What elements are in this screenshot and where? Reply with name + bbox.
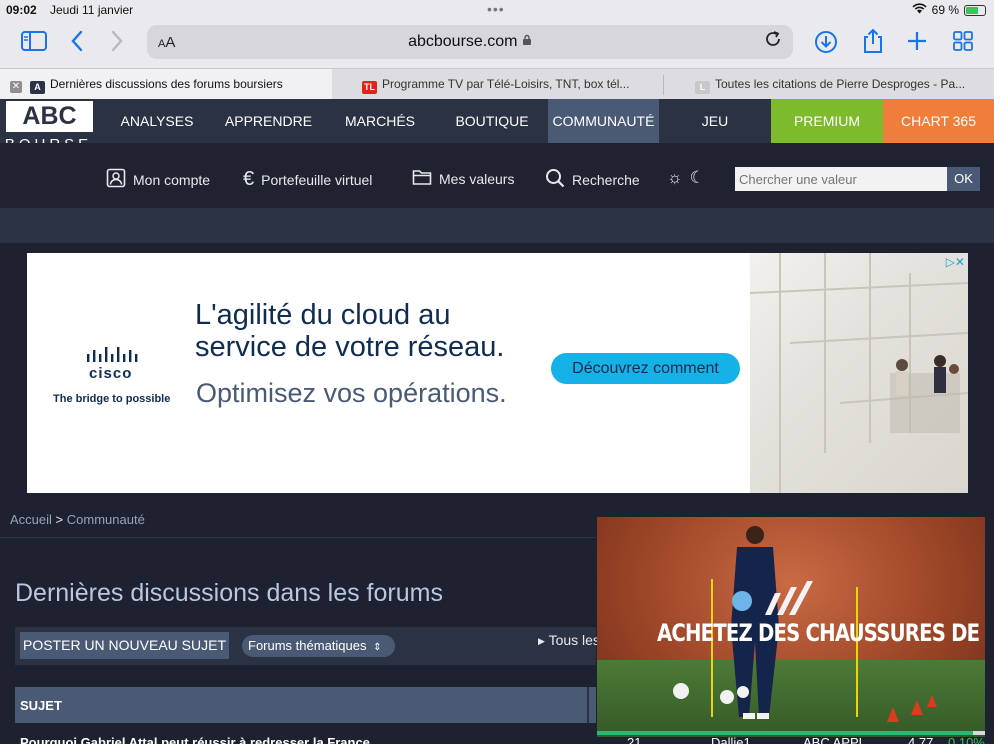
cisco-wordmark: cisco (89, 365, 133, 382)
ad-headline-line2: service de votre réseau. (195, 331, 505, 363)
url-text: abcbourse.com (408, 33, 518, 50)
user-icon (106, 168, 126, 191)
subnav-search-label: Recherche (572, 171, 640, 188)
subnav-search[interactable]: Recherche (545, 168, 640, 191)
battery-icon (964, 4, 986, 16)
status-bar: 09:02 Jeudi 11 janvier ••• 69 % (0, 0, 994, 22)
tele-loisirs-favicon-icon: TL (362, 81, 377, 94)
video-progress-bar (597, 731, 985, 735)
header-strip (0, 208, 994, 243)
divider (0, 537, 596, 538)
browser-toolbar: AA abcbourse.com (0, 22, 994, 68)
wifi-icon (912, 3, 927, 17)
tab-bar: ✕ A Dernières discussions des forums bours… (0, 68, 994, 100)
nav-boutique[interactable]: BOUTIQUE (440, 99, 544, 143)
subnav-portfolio-label: Portefeuille virtuel (261, 171, 373, 188)
ad-headline: L'agilité du cloud au service de votre r… (195, 299, 504, 363)
nav-analyses[interactable]: ANALYSES (106, 99, 208, 143)
forum-select-value: Forums thématiques (248, 638, 367, 653)
all-forums-link[interactable]: ▶ Tous les (538, 632, 600, 648)
subnav-account-label: Mon compte (133, 171, 211, 188)
chevron-up-down-icon: ⇕ (373, 642, 382, 653)
search-icon (545, 168, 565, 191)
all-forums-label: Tous les (548, 632, 600, 648)
office-photo: ▷✕ (749, 253, 968, 493)
abc-favicon-icon: A (30, 81, 45, 94)
table-header: SUJET (15, 687, 596, 723)
breadcrumb-home[interactable]: Accueil (10, 512, 52, 527)
sun-icon[interactable]: ☼ (667, 168, 683, 188)
tab-label: Dernières discussions des forums boursie… (50, 77, 283, 91)
nav-marches[interactable]: MARCHÉS (330, 99, 430, 143)
subnav-portfolio[interactable]: € Portefeuille virtuel (243, 168, 372, 191)
tab-label: Toutes les citations de Pierre Desproges… (715, 77, 966, 91)
lock-icon (522, 33, 532, 50)
page-title: Dernières discussions dans les forums (15, 579, 443, 607)
reload-icon[interactable] (764, 30, 782, 53)
tab-forums[interactable]: ✕ A Dernières discussions des forums bours… (0, 69, 332, 100)
tab-tele-loisirs[interactable]: TL Programme TV par Télé-Loisirs, TNT, bo… (362, 69, 662, 100)
nav-jeu[interactable]: JEU (662, 99, 768, 143)
breadcrumb-current[interactable]: Communauté (67, 512, 145, 527)
new-topic-button[interactable]: POSTER UN NOUVEAU SUJET (20, 632, 229, 659)
tab-desproges[interactable]: L Toutes les citations de Pierre Desproge… (695, 69, 994, 100)
close-tab-icon[interactable]: ✕ (10, 81, 22, 93)
euro-icon: € (243, 168, 255, 190)
share-icon[interactable] (862, 28, 884, 60)
topic-subject[interactable]: Pourquoi Gabriel Attal peut réussir à re… (20, 735, 370, 744)
nav-apprendre[interactable]: APPRENDRE (215, 99, 322, 143)
subnav-values[interactable]: Mes valeurs (412, 168, 514, 189)
subnav-values-label: Mes valeurs (439, 170, 515, 187)
moon-icon[interactable]: ☾ (690, 168, 705, 188)
ad-subline: Optimisez vos opérations. (196, 378, 507, 408)
logo[interactable]: ABC (6, 101, 93, 132)
column-divider (587, 687, 589, 723)
folder-icon (412, 168, 432, 189)
nav-communaute[interactable]: COMMUNAUTÉ (548, 99, 659, 143)
theme-toggle[interactable]: ☼ ☾ (667, 168, 705, 188)
multitask-dots-icon[interactable]: ••• (487, 1, 505, 17)
tab-label: Programme TV par Télé-Loisirs, TNT, box … (382, 77, 630, 91)
ad-choices-icon[interactable]: ▷✕ (946, 255, 965, 269)
tab-overview-icon[interactable] (952, 30, 974, 58)
nav-chart365[interactable]: CHART 365 (883, 99, 994, 143)
sidebar-icon[interactable] (21, 31, 47, 57)
ad-tagline: The bridge to possible (53, 393, 171, 405)
back-icon[interactable] (70, 30, 84, 58)
breadcrumb: Accueil > Communauté (10, 512, 145, 527)
battery-percent: 69 % (931, 3, 959, 17)
forward-icon[interactable] (110, 30, 124, 58)
address-bar[interactable]: AA abcbourse.com (147, 25, 793, 59)
caret-right-icon: ▶ (538, 636, 545, 646)
new-tab-icon[interactable] (906, 30, 928, 58)
video-ad[interactable]: ACHETEZ DES CHAUSSURES DE FOOTBALL (597, 517, 985, 737)
nav-premium[interactable]: PREMIUM (771, 99, 883, 143)
forum-category-select[interactable]: Forums thématiques ⇕ (242, 635, 395, 657)
download-icon[interactable] (814, 30, 838, 60)
ad-cta-button[interactable]: Découvrez comment (551, 353, 740, 384)
subnav-account[interactable]: Mon compte (106, 168, 210, 191)
column-subject[interactable]: SUJET (20, 698, 62, 713)
cisco-ad-banner[interactable]: cisco The bridge to possible L'agilité d… (27, 253, 968, 493)
value-search-input[interactable] (735, 167, 947, 191)
tab-divider (663, 75, 664, 95)
citations-favicon-icon: L (695, 81, 710, 94)
search-ok-button[interactable]: OK (947, 167, 980, 191)
video-ad-text: ACHETEZ DES CHAUSSURES DE FOOTBALL (657, 619, 985, 647)
status-time: 09:02 (6, 3, 37, 17)
breadcrumb-separator: > (55, 512, 64, 527)
ad-headline-line1: L'agilité du cloud au (195, 299, 451, 331)
status-date: Jeudi 11 janvier (50, 3, 134, 17)
